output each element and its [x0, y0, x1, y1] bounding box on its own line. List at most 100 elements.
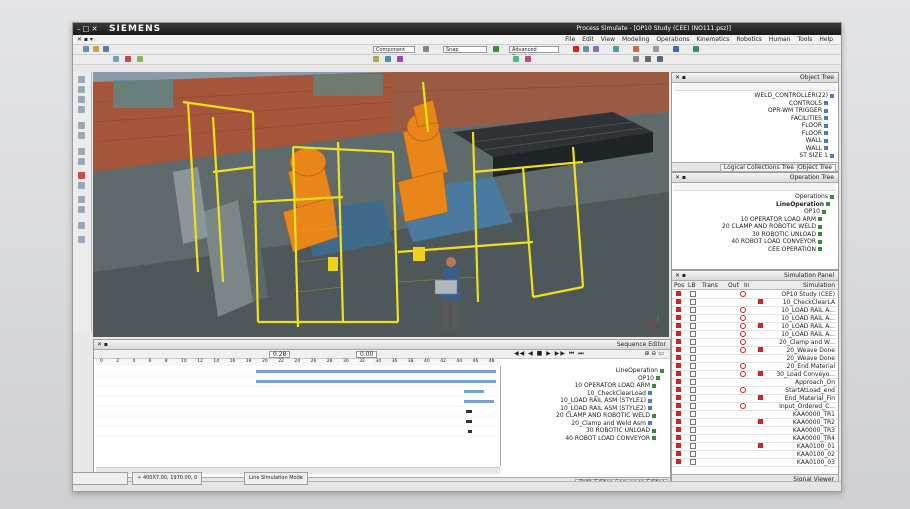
tree-item[interactable]: LineOperation	[556, 367, 664, 375]
view-iso-icon[interactable]	[78, 106, 85, 113]
tree-item[interactable]: Operations	[722, 193, 834, 201]
column-trans[interactable]: Trans	[702, 282, 718, 289]
menu-view[interactable]: View	[601, 36, 615, 43]
gantt-bar[interactable]	[466, 410, 472, 413]
measure-icon[interactable]	[373, 56, 379, 62]
column-simulation[interactable]: Simulation	[803, 282, 835, 289]
camera-icon[interactable]	[513, 56, 519, 62]
playback-controls[interactable]: ◀◀ ◀ ■ ▶ ▶▶ ⏮ ⏭	[514, 350, 585, 358]
tree-item[interactable]: WALL	[754, 145, 834, 153]
window-buttons[interactable]: – □ ✕	[77, 25, 97, 33]
shade-icon[interactable]	[78, 122, 85, 129]
panel-close-icon[interactable]: ✕ ▪	[675, 174, 686, 181]
weld-icon[interactable]	[633, 46, 639, 52]
delete-icon[interactable]	[125, 56, 131, 62]
human-icon[interactable]	[693, 46, 699, 52]
menu-edit[interactable]: Edit	[582, 36, 594, 43]
tree-item[interactable]: CONTROLS	[754, 100, 834, 108]
simulation-mode-status[interactable]: Line Simulation Mode	[244, 472, 308, 485]
signal-checkbox[interactable]	[690, 459, 696, 465]
tab-logical-collections[interactable]: Logical Collections Tree	[719, 163, 798, 172]
view-front-icon[interactable]	[78, 76, 85, 83]
tree-item[interactable]: WELD_CONTROLLER(22)	[754, 92, 834, 100]
tree-item[interactable]: 40 ROBOT LOAD CONVEYOR	[556, 435, 664, 443]
lock-icon[interactable]	[78, 236, 85, 243]
new-icon[interactable]	[83, 46, 89, 52]
render-icon[interactable]	[593, 46, 599, 52]
gantt-bar[interactable]	[464, 390, 484, 393]
tree-item[interactable]: 30 ROBOTIC UNLOAD	[556, 427, 664, 435]
tree-item[interactable]: OP10	[722, 208, 834, 216]
gantt-bar[interactable]	[466, 420, 472, 423]
signal-checkbox[interactable]	[690, 355, 696, 361]
tree-item[interactable]: 20_Clamp and Weld Asm	[556, 420, 664, 428]
rotate-icon[interactable]	[657, 56, 663, 62]
play-icon[interactable]	[493, 46, 499, 52]
menu-robotics[interactable]: Robotics	[736, 36, 762, 43]
gantt-bar[interactable]	[464, 400, 494, 403]
tab-object-tree[interactable]: Object Tree	[794, 163, 836, 172]
signal-checkbox[interactable]	[690, 443, 696, 449]
section-icon[interactable]	[385, 56, 391, 62]
column-in[interactable]: In	[744, 282, 750, 289]
menu-human[interactable]: Human	[769, 36, 791, 43]
fit-view-icon[interactable]	[583, 46, 589, 52]
signal-checkbox[interactable]	[690, 339, 696, 345]
wireframe-icon[interactable]	[78, 132, 85, 139]
record-icon[interactable]	[573, 46, 579, 52]
signal-checkbox[interactable]	[690, 323, 696, 329]
close-button[interactable]: ✕	[92, 25, 98, 33]
signal-checkbox[interactable]	[690, 347, 696, 353]
tree-item[interactable]: 10 OPERATOR LOAD ARM	[556, 382, 664, 390]
menu-tools[interactable]: Tools	[798, 36, 813, 43]
gantt-chart[interactable]	[96, 366, 501, 466]
column-lb[interactable]: LB	[688, 282, 695, 289]
zoom-icon[interactable]	[633, 56, 639, 62]
simulation-row[interactable]: KAA0100_03	[672, 458, 838, 467]
panel-close-icon[interactable]: ✕ ▪	[675, 272, 686, 279]
signal-checkbox[interactable]	[690, 363, 696, 369]
tree-item[interactable]: 10 OPERATOR LOAD ARM	[722, 216, 834, 224]
current-time-field[interactable]: 0.00	[356, 351, 378, 358]
tree-item[interactable]: OPR-WM TRIGGER	[754, 107, 834, 115]
signal-checkbox[interactable]	[690, 403, 696, 409]
open-icon[interactable]	[93, 46, 99, 52]
signal-checkbox[interactable]	[690, 411, 696, 417]
tree-item[interactable]: 20 CLAMP AND ROBOTIC WELD	[722, 223, 834, 231]
tree-item[interactable]: ST SIZE 1	[754, 152, 834, 160]
panel-close-icon[interactable]: ✕ ▪	[675, 74, 686, 81]
view-top-icon[interactable]	[78, 86, 85, 93]
menu-file[interactable]: File	[565, 36, 575, 43]
collision-icon[interactable]	[397, 56, 403, 62]
marker-icon[interactable]	[78, 172, 85, 179]
simulation-mode-combo[interactable]: Advanced Simulation	[509, 45, 559, 60]
menu-operations[interactable]: Operations	[656, 36, 689, 43]
robot-icon[interactable]	[613, 46, 619, 52]
frame-icon[interactable]	[78, 182, 85, 189]
column-pos[interactable]: Pos	[674, 282, 684, 289]
column-out[interactable]: Out	[728, 282, 739, 289]
signal-checkbox[interactable]	[690, 395, 696, 401]
signal-checkbox[interactable]	[690, 379, 696, 385]
placement-icon[interactable]	[137, 56, 143, 62]
color-icon[interactable]	[525, 56, 531, 62]
end-time-field[interactable]: 0.28	[269, 351, 291, 358]
tree-item[interactable]: FLOOR	[754, 130, 834, 138]
view-side-icon[interactable]	[78, 96, 85, 103]
signal-checkbox[interactable]	[690, 291, 696, 297]
snap-icon[interactable]	[423, 46, 429, 52]
mdi-controls[interactable]: ✕ ▪ ▾	[77, 36, 93, 43]
minimize-button[interactable]: –	[77, 25, 81, 33]
gantt-bar[interactable]	[256, 370, 496, 373]
maximize-button[interactable]: □	[83, 25, 90, 33]
hide-icon[interactable]	[78, 148, 85, 155]
menu-help[interactable]: Help	[819, 36, 833, 43]
tree-item[interactable]: WALL	[754, 137, 834, 145]
signal-checkbox[interactable]	[690, 331, 696, 337]
signal-checkbox[interactable]	[690, 307, 696, 313]
signal-checkbox[interactable]	[690, 419, 696, 425]
panel-close-icon[interactable]: ✕ ▪	[97, 341, 108, 348]
tree-item[interactable]: 40 ROBOT LOAD CONVEYOR	[722, 238, 834, 246]
signal-checkbox[interactable]	[690, 451, 696, 457]
clip-icon[interactable]	[78, 222, 85, 229]
